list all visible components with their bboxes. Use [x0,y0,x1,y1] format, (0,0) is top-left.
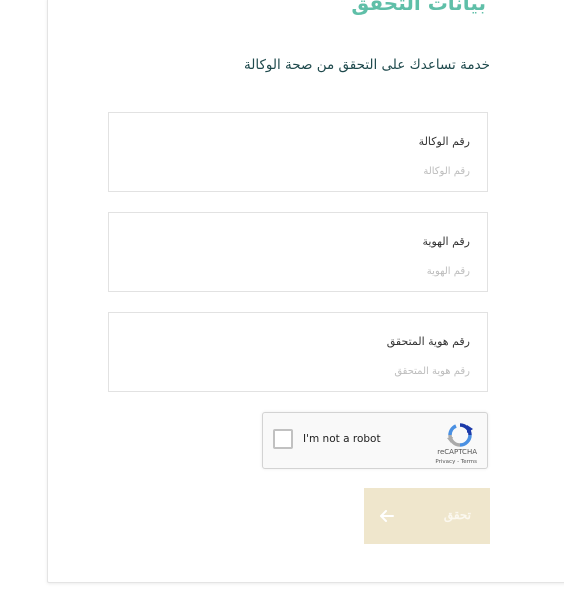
verifier-id-field: رقم هوية المتحقق [108,312,488,392]
page-title: بيانات التحقق [351,0,486,15]
id-number-field: رقم الهوية [108,212,488,292]
agency-number-input[interactable] [130,163,470,179]
agency-number-label: رقم الوكالة [418,135,470,148]
page-subtitle: خدمة تساعدك على التحقق من صحة الوكالة [244,57,490,73]
recaptcha-checkbox[interactable] [273,429,293,449]
verify-button[interactable]: تحقق [364,488,490,544]
agency-number-field: رقم الوكالة [108,112,488,192]
verifier-id-label: رقم هوية المتحقق [386,335,470,348]
recaptcha-widget: I'm not a robot reCAPTCHA Privacy - Term… [262,412,488,469]
id-number-input[interactable] [130,263,470,279]
verifier-id-input[interactable] [130,363,470,379]
recaptcha-label: I'm not a robot [303,433,381,445]
arrow-left-icon [380,510,394,525]
verify-button-label: تحقق [443,508,471,522]
recaptcha-privacy-terms-link[interactable]: Privacy - Terms [435,459,477,465]
recaptcha-brand: reCAPTCHA [437,448,477,456]
id-number-label: رقم الهوية [422,235,470,248]
